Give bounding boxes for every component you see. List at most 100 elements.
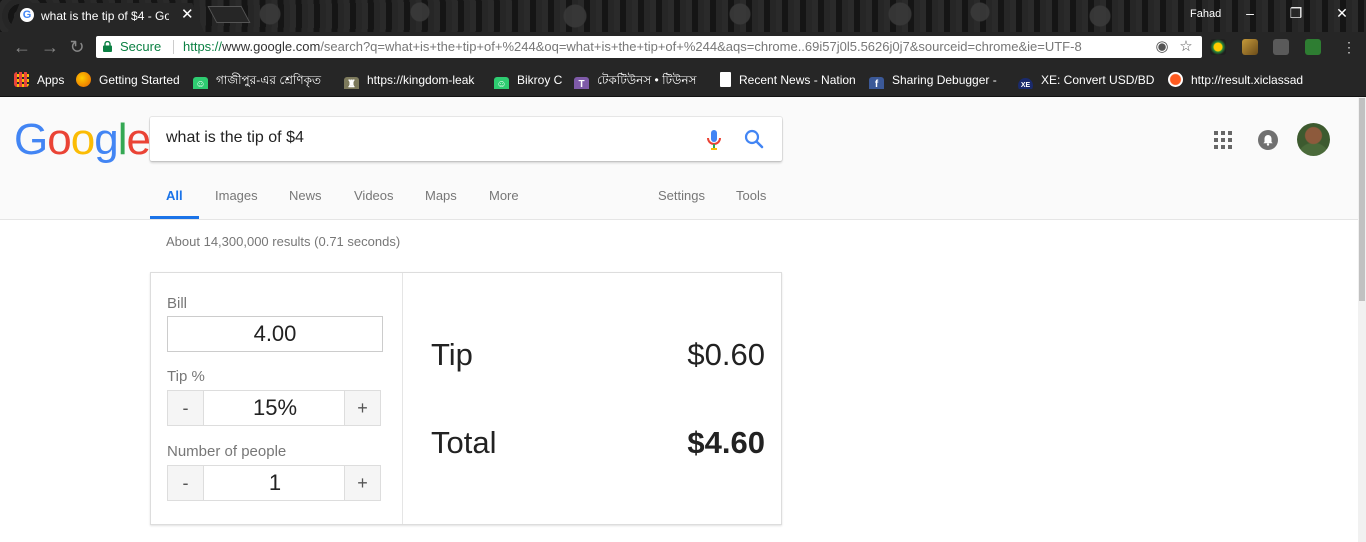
bikroy-icon: ☺: [494, 77, 509, 89]
tab-title: what is the tip of $4 - Google Search: [41, 9, 169, 23]
tip-decrement-button[interactable]: -: [168, 391, 204, 425]
address-bar[interactable]: Secure https://www.google.com/search?q=w…: [96, 36, 1202, 58]
bookmark-label: XE: Convert USD/BD: [1041, 73, 1155, 87]
extension-mail-icon[interactable]: [1242, 39, 1258, 55]
extension-badge-icon[interactable]: [1305, 39, 1321, 55]
tab-all[interactable]: All: [166, 185, 183, 219]
bookmark-label: http://result.xiclassad: [1191, 73, 1304, 87]
tip-increment-button[interactable]: +: [344, 391, 380, 425]
search-input[interactable]: what is the tip of $4: [166, 129, 304, 147]
techtunes-icon: T: [574, 77, 589, 89]
bookmark-kingdom-leak[interactable]: ♜ https://kingdom-leak: [344, 71, 482, 89]
bookmark-label: Bikroy C: [517, 73, 563, 87]
back-arrow-icon[interactable]: ←: [12, 36, 32, 58]
total-result-value: $4.60: [687, 425, 765, 460]
bookmark-star-icon[interactable]: ☆: [1177, 38, 1195, 56]
bookmark-recent-news[interactable]: Recent News - Nation: [720, 71, 856, 89]
browser-toolbar: ← → ↻ Secure https://www.google.com/sear…: [0, 32, 1366, 62]
page-icon: [720, 72, 731, 87]
bikroy-icon: ☺: [193, 77, 208, 89]
logo-letter: g: [94, 115, 119, 164]
bookmark-sharing-debugger[interactable]: f Sharing Debugger - F: [869, 71, 999, 89]
logo-letter: G: [14, 115, 48, 164]
globe-icon: [1168, 72, 1183, 87]
omnibox-divider: [173, 40, 174, 54]
result-stats: About 14,300,000 results (0.71 seconds): [166, 234, 401, 249]
search-box[interactable]: what is the tip of $4: [150, 117, 782, 161]
bookmark-label: গাজীপুর-এর শ্রেণিকৃত: [216, 73, 322, 87]
xe-icon: XE: [1018, 78, 1033, 89]
tab-maps[interactable]: Maps: [425, 185, 457, 219]
bookmarks-bar: Apps Getting Started ☺ গাজীপুর-এর শ্রেণিক…: [0, 62, 1366, 97]
bookmark-label: টেকটিউনস • টিউনস: [597, 73, 697, 87]
scrollbar-thumb[interactable]: [1359, 98, 1365, 301]
browser-chrome: G what is the tip of $4 - Google Search …: [0, 0, 1366, 97]
bookmark-apps[interactable]: Apps: [14, 71, 72, 89]
people-input[interactable]: 1: [204, 466, 346, 500]
logo-letter: o: [70, 115, 96, 164]
active-tab-underline: [150, 216, 199, 219]
extension-folder-icon[interactable]: [1273, 39, 1289, 55]
tab-strip: G what is the tip of $4 - Google Search …: [0, 0, 1366, 32]
profile-name[interactable]: Fahad: [1190, 8, 1221, 20]
logo-letter: e: [126, 115, 151, 164]
tab-news[interactable]: News: [289, 185, 322, 219]
reload-icon[interactable]: ↻: [67, 36, 87, 58]
theme-background: [0, 0, 1366, 32]
bookmark-result-xiclass[interactable]: http://result.xiclassad: [1168, 71, 1310, 89]
tab-more[interactable]: More: [489, 185, 519, 219]
avatar[interactable]: [1297, 123, 1330, 156]
restore-icon[interactable]: ❐: [1286, 4, 1306, 22]
minimize-icon[interactable]: –: [1240, 4, 1260, 22]
tab-close-icon[interactable]: ✕: [181, 7, 194, 23]
tab-images[interactable]: Images: [215, 185, 258, 219]
google-search-page: Google what is the tip of $4 All Images …: [0, 97, 1358, 542]
bookmark-gazipur[interactable]: ☺ গাজীপুর-এর শ্রেণিকৃত: [193, 71, 333, 89]
google-apps-icon[interactable]: [1214, 131, 1232, 149]
google-favicon-icon: G: [20, 8, 34, 22]
tab-videos[interactable]: Videos: [354, 185, 394, 219]
total-result-label: Total: [431, 425, 497, 460]
bookmark-label: Recent News - Nation: [739, 73, 856, 87]
firefox-icon: [76, 72, 91, 87]
bookmark-xe-convert[interactable]: XE XE: Convert USD/BD: [1018, 71, 1156, 89]
url-path: /search?q=what+is+the+tip+of+%244&oq=wha…: [320, 39, 1082, 54]
bookmark-techtunes[interactable]: T টেকটিউনস • টিউনস: [574, 71, 710, 89]
bill-label: Bill: [167, 295, 188, 312]
tip-percent-input[interactable]: 15%: [204, 391, 346, 425]
url-host: www.google.com: [222, 39, 321, 54]
tip-result-value: $0.60: [687, 337, 765, 372]
google-logo[interactable]: Google: [14, 115, 151, 165]
url-scheme: https://: [183, 39, 223, 54]
people-increment-button[interactable]: +: [344, 466, 380, 500]
castle-icon: ♜: [344, 77, 359, 89]
window-close-icon[interactable]: ✕: [1332, 4, 1352, 22]
url-text[interactable]: https://www.google.com/search?q=what+is+…: [183, 39, 1135, 56]
forward-arrow-icon[interactable]: →: [40, 36, 60, 58]
bill-input[interactable]: 4.00: [167, 316, 383, 352]
microphone-icon[interactable]: [706, 129, 722, 151]
people-decrement-button[interactable]: -: [168, 466, 204, 500]
bell-icon: [1263, 135, 1273, 146]
tip-calculator-card: Bill 4.00 Tip % - 15% + Number of people…: [150, 272, 782, 525]
tip-percent-stepper: - 15% +: [167, 390, 381, 426]
tip-result-label: Tip: [431, 337, 473, 372]
notifications-bell-icon[interactable]: [1258, 130, 1278, 150]
bookmark-getting-started[interactable]: Getting Started: [76, 71, 188, 89]
tab-tools[interactable]: Tools: [736, 185, 766, 219]
bookmark-label: https://kingdom-leak: [367, 73, 475, 87]
lock-icon: [103, 41, 112, 52]
secure-label: Secure: [120, 39, 162, 54]
location-target-icon[interactable]: ◉: [1153, 38, 1171, 56]
tab-settings[interactable]: Settings: [658, 185, 705, 219]
logo-letter: o: [47, 115, 72, 164]
calculator-inputs: Bill 4.00 Tip % - 15% + Number of people…: [151, 273, 403, 524]
bookmark-label: Getting Started: [99, 73, 180, 87]
bookmark-label: Sharing Debugger - F: [892, 73, 999, 87]
search-icon[interactable]: [744, 129, 764, 149]
extension-globe-icon[interactable]: [1210, 39, 1226, 55]
people-stepper: - 1 +: [167, 465, 381, 501]
bookmark-bikroy[interactable]: ☺ Bikroy C: [494, 71, 564, 89]
tip-percent-label: Tip %: [167, 368, 205, 385]
chrome-menu-icon[interactable]: ⋮: [1342, 38, 1356, 56]
